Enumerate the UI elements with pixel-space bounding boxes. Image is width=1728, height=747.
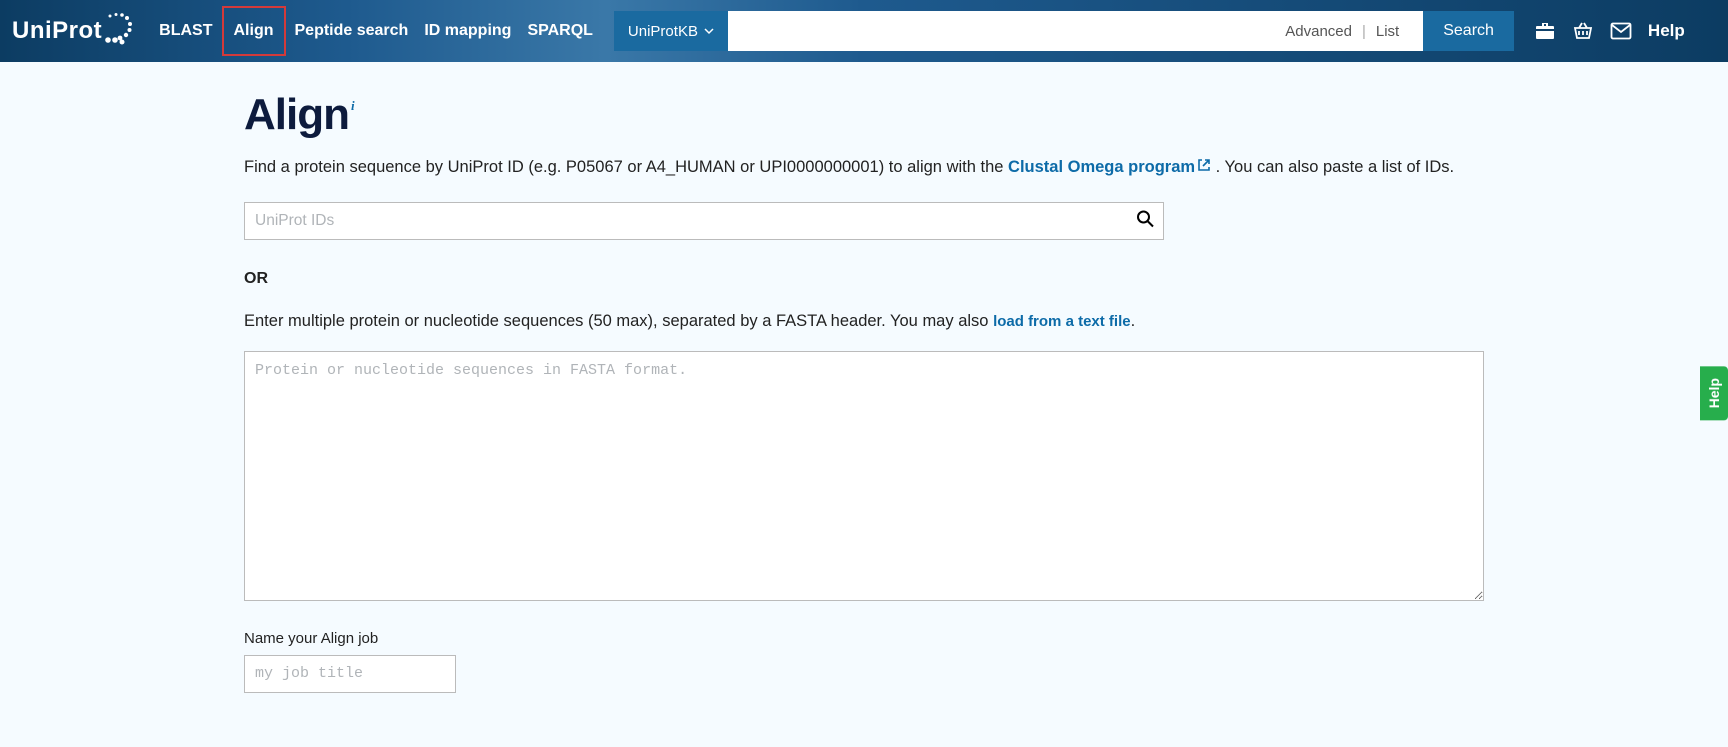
nav: BLAST Align Peptide search ID mapping SP… (152, 6, 600, 56)
search-icon[interactable] (1136, 209, 1154, 232)
logo[interactable]: UniProt (12, 12, 134, 51)
info-icon[interactable]: i (351, 98, 355, 114)
db-select-label: UniProtKB (628, 23, 698, 40)
nav-id-mapping[interactable]: ID mapping (417, 14, 518, 48)
fasta-textarea[interactable] (244, 351, 1484, 601)
logo-dots-icon (104, 12, 134, 51)
divider: | (1362, 23, 1366, 40)
toolbox-icon[interactable] (1534, 20, 1556, 42)
instr-pre: Enter multiple protein or nucleotide seq… (244, 312, 993, 330)
id-input-wrap (244, 202, 1164, 240)
job-name-input[interactable] (244, 655, 456, 693)
nav-sparql[interactable]: SPARQL (520, 14, 599, 48)
list-link[interactable]: List (1376, 23, 1399, 40)
or-label: OR (244, 270, 1484, 288)
help-link[interactable]: Help (1648, 21, 1685, 41)
basket-icon[interactable] (1572, 20, 1594, 42)
instruction-text: Enter multiple protein or nucleotide seq… (244, 312, 1484, 331)
intro-pre: Find a protein sequence by UniProt ID (e… (244, 158, 1008, 176)
header-right: Help (1534, 20, 1685, 42)
load-from-file-link[interactable]: load from a text file (993, 313, 1131, 330)
title-row: Align i (244, 90, 1484, 140)
nav-blast[interactable]: BLAST (152, 14, 219, 48)
job-name-label: Name your Align job (244, 630, 1484, 647)
db-select[interactable]: UniProtKB (614, 11, 728, 51)
search-box: Advanced | List (728, 11, 1423, 51)
search-input[interactable] (740, 11, 1285, 51)
intro-post: . You can also paste a list of IDs. (1211, 158, 1454, 176)
side-help-tab[interactable]: Help (1700, 366, 1728, 420)
external-link-icon (1197, 156, 1211, 180)
logo-text: UniProt (12, 17, 102, 45)
intro-text: Find a protein sequence by UniProt ID (e… (244, 156, 1484, 180)
uniprot-ids-input[interactable] (244, 202, 1164, 240)
advanced-link[interactable]: Advanced (1285, 23, 1352, 40)
instr-post: . (1131, 312, 1136, 330)
page-title: Align (244, 90, 349, 140)
header: UniProt BLAST Align Peptide search ID ma… (0, 0, 1728, 62)
chevron-down-icon (704, 23, 714, 40)
envelope-icon[interactable] (1610, 20, 1632, 42)
nav-peptide-search[interactable]: Peptide search (288, 14, 416, 48)
search-area: UniProtKB Advanced | List Search (614, 11, 1514, 51)
nav-align[interactable]: Align (222, 6, 286, 56)
search-extras: Advanced | List (1285, 23, 1411, 40)
main: Align i Find a protein sequence by UniPr… (224, 62, 1504, 721)
search-button[interactable]: Search (1423, 11, 1514, 51)
clustal-omega-link[interactable]: Clustal Omega program (1008, 158, 1211, 176)
